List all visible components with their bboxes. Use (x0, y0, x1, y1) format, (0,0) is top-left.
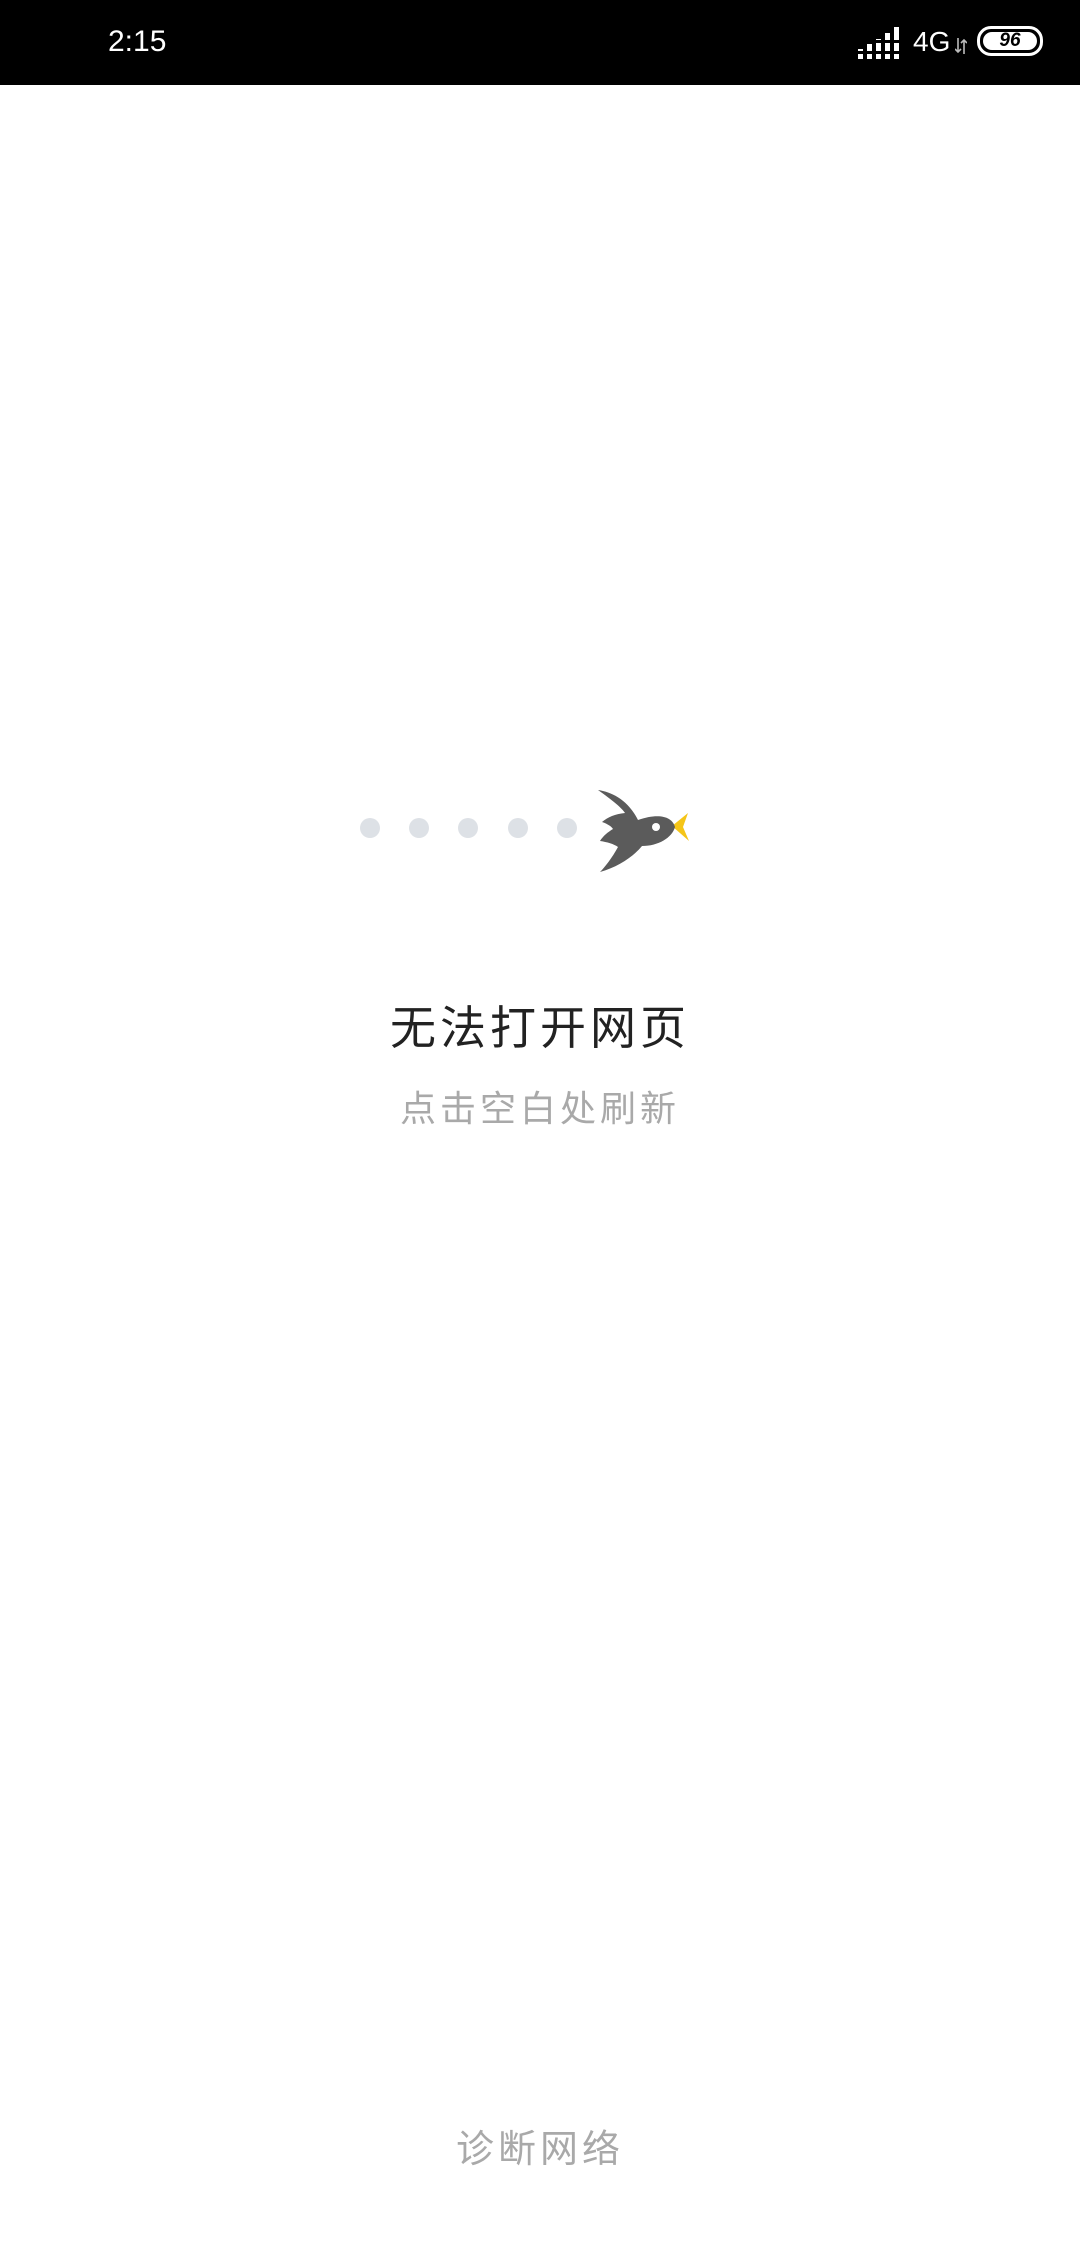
progress-dot (409, 818, 429, 838)
status-bar: 2:15 4G 96 (0, 0, 1080, 85)
progress-dot (508, 818, 528, 838)
progress-dot (557, 818, 577, 838)
bird-eye (652, 823, 660, 831)
bird-icon (598, 790, 689, 872)
network-type: 4G (913, 26, 951, 57)
loading-illustration (360, 790, 689, 872)
network-activity-icon (955, 38, 967, 54)
progress-dot (360, 818, 380, 838)
error-title: 无法打开网页 (390, 1001, 690, 1055)
progress-dot (458, 818, 478, 838)
refresh-hint[interactable]: 点击空白处刷新 (0, 1083, 1080, 1137)
battery-icon: 96 (977, 26, 1043, 56)
diagnose-network-link[interactable]: 诊断网络 (390, 2118, 690, 2180)
signal-icon (858, 27, 899, 59)
status-time: 2:15 (108, 25, 167, 58)
battery-level: 96 (983, 31, 1037, 50)
